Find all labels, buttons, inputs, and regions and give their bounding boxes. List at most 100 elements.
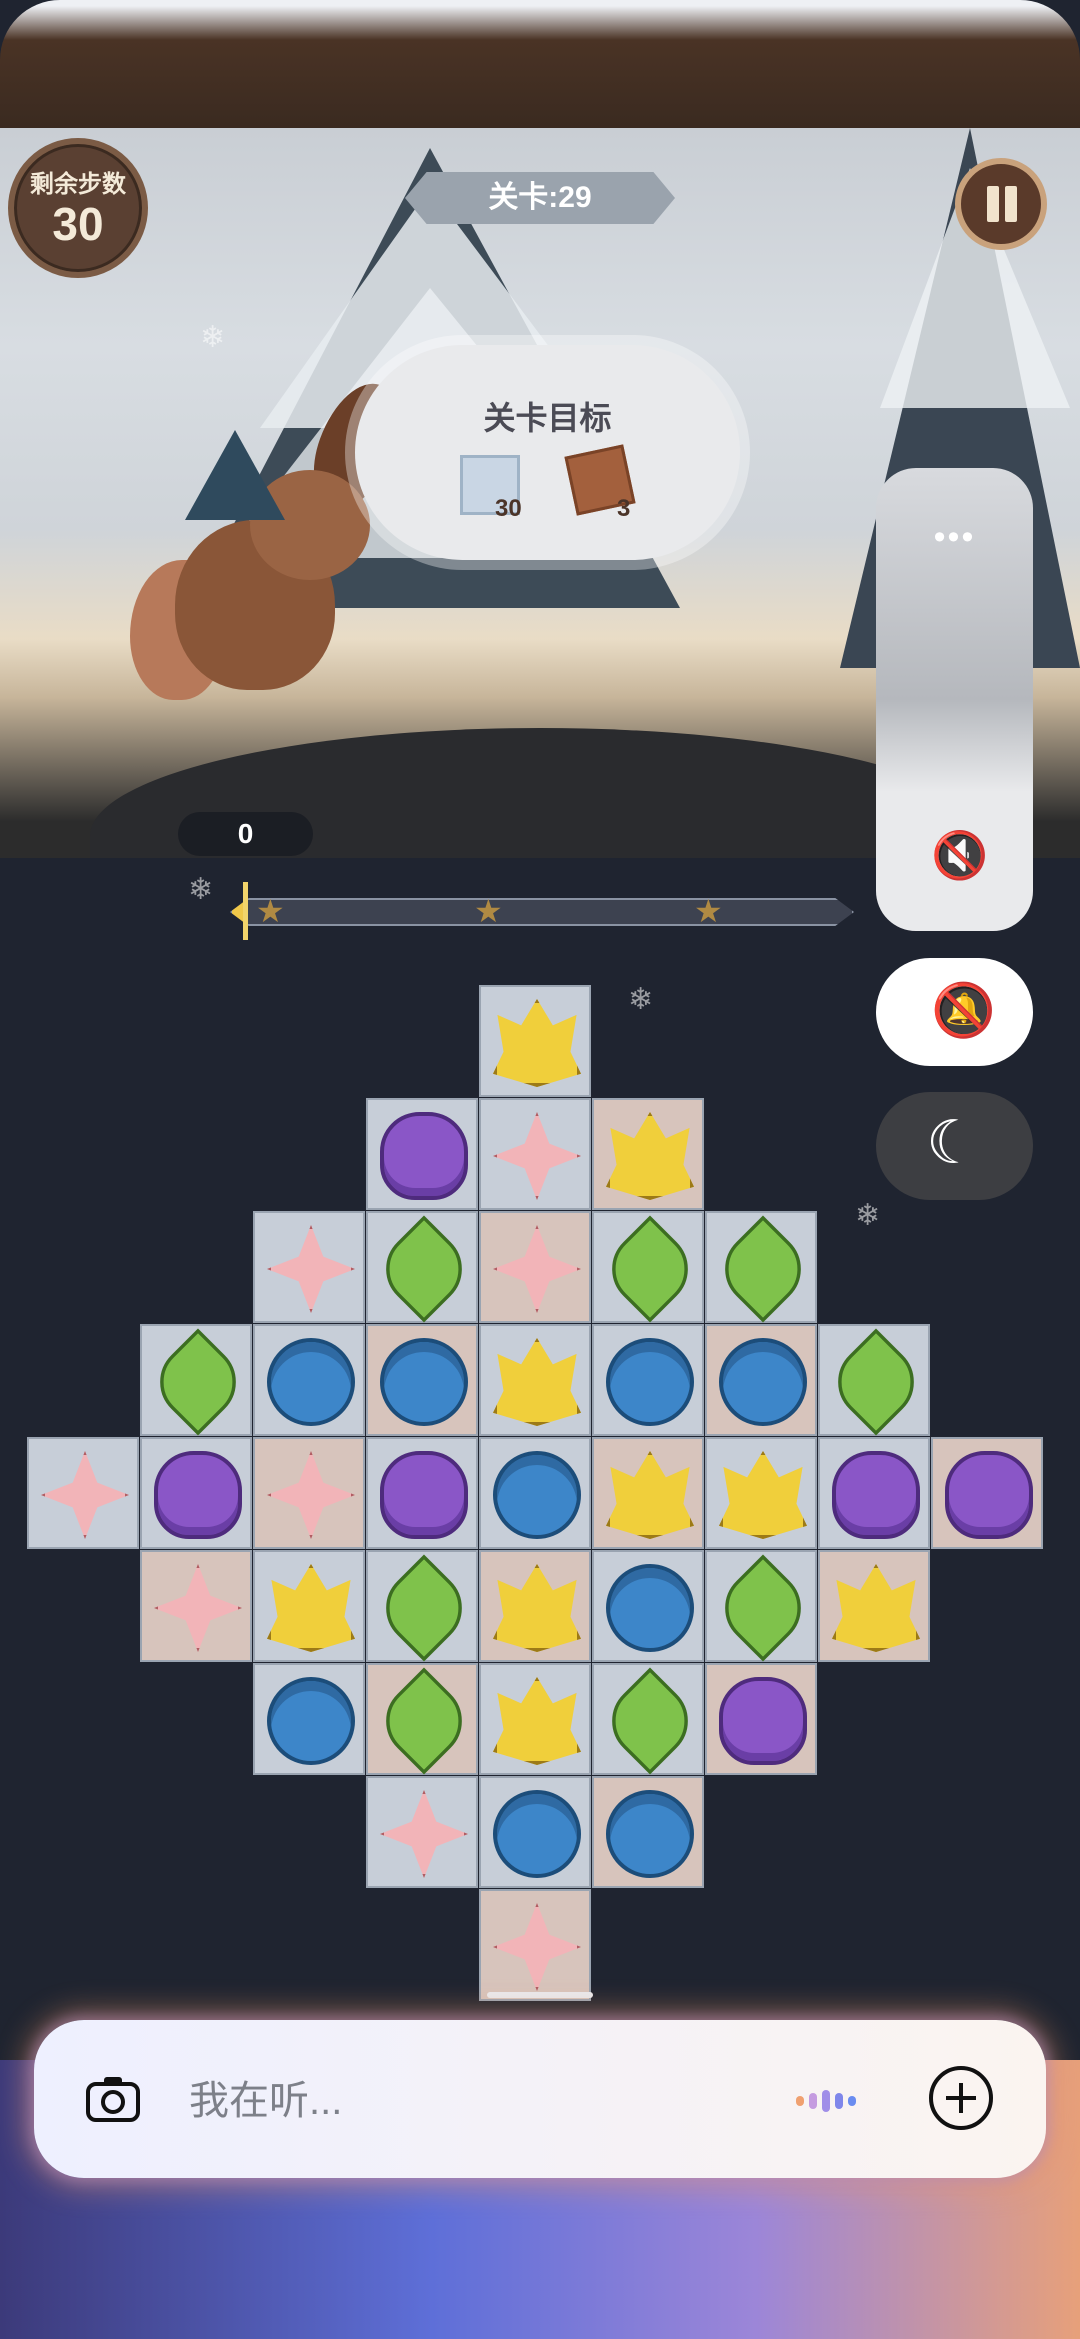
voice-wave-bar [809,2093,817,2109]
yellow-gem-icon [493,1338,581,1426]
do-not-disturb-toggle[interactable]: ☾ [876,1092,1033,1200]
blue-gem-icon [493,1790,581,1878]
board-tile[interactable] [592,1776,704,1888]
yellow-gem-icon [267,1564,355,1652]
board-tile[interactable] [818,1324,930,1436]
steps-value: 30 [52,198,104,250]
plus-circle-icon[interactable] [929,2066,993,2130]
board-tile[interactable] [253,1437,365,1549]
board-tile[interactable] [705,1324,817,1436]
board-tile[interactable] [479,1776,591,1888]
board-tile[interactable] [818,1437,930,1549]
pink-gem-icon [267,1451,355,1539]
voice-wave-bar [822,2090,830,2112]
yellow-gem-icon [606,1112,694,1200]
goal-count-ice: 30 [495,495,522,522]
green-gem-icon [822,1328,930,1436]
board-tile[interactable] [253,1550,365,1662]
board-tile[interactable] [931,1437,1043,1549]
blue-gem-icon [606,1564,694,1652]
home-indicator[interactable] [487,1992,593,1998]
score-progress-bar [230,898,854,926]
volume-slider[interactable]: ••• 🔇 [876,468,1033,931]
blue-gem-icon [380,1338,468,1426]
board-tile[interactable] [366,1437,478,1549]
yellow-gem-icon [493,1677,581,1765]
snowflake-icon: ❄ [628,983,654,1016]
purple-gem-icon [380,1451,468,1539]
purple-gem-icon [945,1451,1033,1539]
board-tile[interactable] [479,1098,591,1210]
green-gem-icon [596,1215,704,1323]
board-tile[interactable] [592,1211,704,1323]
pink-gem-icon [493,1112,581,1200]
voice-wave-bar [835,2093,843,2109]
board-tile[interactable] [705,1550,817,1662]
board-tile[interactable] [366,1098,478,1210]
bell-off-icon: 🔕 [931,982,996,1040]
green-gem-icon [370,1667,478,1775]
blue-gem-icon [606,1790,694,1878]
top-frame [0,0,1080,130]
speaker-muted-icon[interactable]: 🔇 [931,828,988,883]
more-icon[interactable]: ••• [876,518,1033,557]
green-gem-icon [370,1215,478,1323]
board-tile[interactable] [479,1437,591,1549]
board-tile[interactable] [27,1437,139,1549]
board-tile[interactable] [479,1889,591,2001]
pink-gem-icon [380,1790,468,1878]
board-tile[interactable] [818,1550,930,1662]
snowflake-icon: ❄ [188,873,214,906]
pink-gem-icon [493,1903,581,1991]
green-gem-icon [709,1215,817,1323]
board-tile[interactable] [140,1437,252,1549]
board-tile[interactable] [253,1663,365,1775]
score-value: 0 [178,812,313,856]
board-tile[interactable] [592,1663,704,1775]
board-tile[interactable] [253,1324,365,1436]
board-tile[interactable] [592,1550,704,1662]
blue-gem-icon [606,1338,694,1426]
board-tile[interactable] [592,1098,704,1210]
board-tile[interactable] [366,1211,478,1323]
level-banner: 关卡:29 [405,172,675,224]
camera-icon[interactable] [84,2070,142,2128]
board-tile[interactable] [253,1211,365,1323]
board-tile[interactable] [705,1211,817,1323]
snowflake-icon: ❄ [200,321,226,354]
yellow-gem-icon [493,999,581,1087]
blue-gem-icon [719,1338,807,1426]
board-tile[interactable] [366,1663,478,1775]
star-icon: ★ [694,893,723,929]
blue-gem-icon [267,1677,355,1765]
board-tile[interactable] [366,1324,478,1436]
board-tile[interactable] [366,1550,478,1662]
board-tile[interactable] [592,1437,704,1549]
board-tile[interactable] [705,1437,817,1549]
board-tile[interactable] [140,1550,252,1662]
goal-title: 关卡目标 [483,400,612,436]
progress-marker [243,882,248,940]
board-tile[interactable] [592,1324,704,1436]
steps-label: 剩余步数 [30,171,126,198]
yellow-gem-icon [719,1451,807,1539]
board-tile[interactable] [479,985,591,1097]
ring-mode-toggle[interactable]: 🔕 [876,958,1033,1066]
board-tile[interactable] [479,1211,591,1323]
board-tile[interactable] [479,1324,591,1436]
level-goal-cloud: 关卡目标 30 3 [355,345,740,560]
pause-button[interactable] [955,158,1047,250]
board-tile[interactable] [366,1776,478,1888]
pink-gem-icon [493,1225,581,1313]
level-label: 关卡:29 [488,181,592,214]
green-gem-icon [370,1554,478,1662]
voice-assistant-bar[interactable]: 我在听... [34,2020,1046,2178]
board-tile[interactable] [140,1324,252,1436]
board-tile[interactable] [479,1663,591,1775]
board-tile[interactable] [479,1550,591,1662]
pink-gem-icon [267,1225,355,1313]
board-tile[interactable] [705,1663,817,1775]
pink-gem-icon [41,1451,129,1539]
purple-gem-icon [832,1451,920,1539]
purple-gem-icon [719,1677,807,1765]
